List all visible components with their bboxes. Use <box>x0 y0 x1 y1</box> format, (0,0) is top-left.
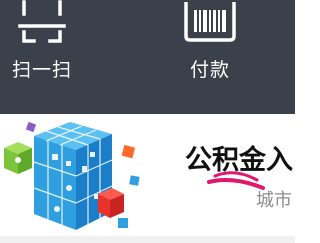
barcode-icon <box>184 2 236 42</box>
scan-button[interactable]: 扫一扫 <box>0 0 102 114</box>
section-divider <box>0 236 295 243</box>
banner-subtitle: 城市 <box>256 190 292 211</box>
cube-services-illustration <box>4 121 140 230</box>
quick-actions-bar: 扫一扫 付款 <box>0 0 295 114</box>
pay-button[interactable]: 付款 <box>150 0 270 114</box>
pay-label: 付款 <box>189 59 230 81</box>
scan-frame-icon <box>18 0 66 43</box>
promo-banner[interactable]: 公积金入 城市 <box>0 114 295 236</box>
scan-label: 扫一扫 <box>11 59 72 81</box>
